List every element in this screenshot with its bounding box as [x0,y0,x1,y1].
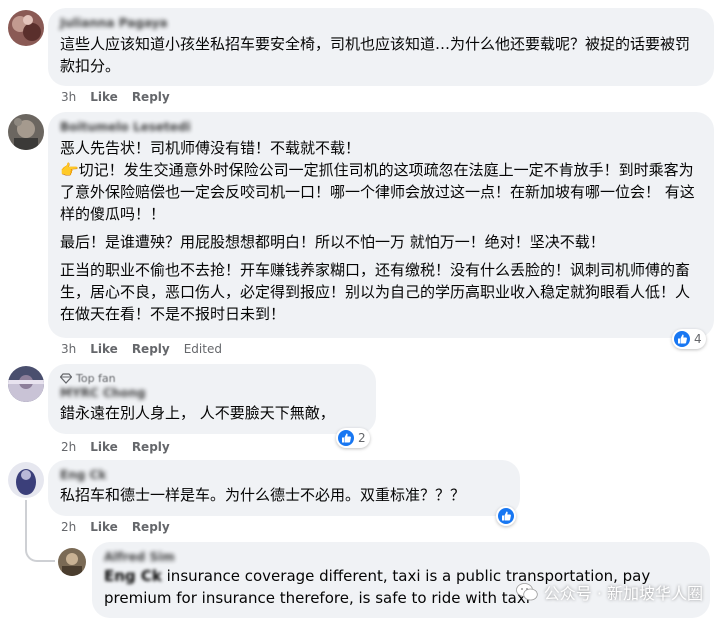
comment-actions: 2h Like Reply [61,440,170,454]
comment-text: 錯永遠在別人身上， 人不要臉天下無敵， [60,404,335,422]
reaction-number: 4 [694,332,702,346]
comment-author[interactable]: Boitumelo Lesetedi [60,120,702,134]
like-button[interactable]: Like [90,520,118,534]
watermark: 公众号 · 新加坡华人圈 [515,580,703,604]
comment-time[interactable]: 2h [61,440,76,454]
watermark-text: 公众号 · 新加坡华人圈 [543,584,703,603]
comment-paragraph: 恶人先告状！司机师傅没有错！不载就不载！ [60,139,361,157]
diamond-icon [60,373,72,384]
reaction-count[interactable]: 4 [672,329,706,349]
comment-actions: 2h Like Reply [61,520,170,534]
mention-link[interactable]: Eng Ck [104,567,162,585]
avatar[interactable] [8,366,44,402]
like-button[interactable]: Like [90,342,118,356]
reaction-count[interactable] [496,506,516,526]
comment-author[interactable]: Eng Ck [60,468,508,482]
comment-text: 恶人先告状！司机师傅没有错！不载就不载！ 👉切记！发生交通意外时保险公司一定抓住… [60,137,702,325]
top-fan-label: Top fan [76,372,116,385]
edited-label: Edited [183,342,222,356]
reaction-number: 2 [358,431,366,445]
comment-author[interactable]: Julianna Pagaya [60,16,702,30]
comment-bubble: Top fan MYRC Chong 錯永遠在別人身上， 人不要臉天下無敵， [48,364,376,434]
comment-text: 私招车和德士一样是车。为什么德士不必用。双重标准？？？ [60,486,466,504]
comment-bubble: Eng Ck 私招车和德士一样是车。为什么德士不必用。双重标准？？？ [48,460,520,516]
comment-paragraph: 最后！是谁遭殃？用屁股想想都明白！所以不怕一万 就怕万一！绝对！坚决不载！ [60,233,605,251]
comment-text: 這些人应该知道小孩坐私招车要安全椅，司机也应该知道…为什么他还要载呢？被捉的话要… [60,35,691,75]
comment-time[interactable]: 2h [61,520,76,534]
like-button[interactable]: Like [90,90,118,104]
comment-paragraph: 正当的职业不偷也不去抢！开车赚钱养家糊口，还有缴税！没有什么丢脸的！讽刺司机师傅… [60,261,691,323]
comment-actions: 3h Like Reply Edited [61,342,222,356]
reply-button[interactable]: Reply [132,520,170,534]
avatar[interactable] [58,548,86,576]
comment-paragraph: 👉切记！发生交通意外时保险公司一定抓住司机的这项疏忽在法庭上一定不肯放手！到时乘… [60,161,695,223]
reaction-count[interactable]: 2 [336,428,370,448]
like-reaction-icon [498,508,514,524]
reply-author[interactable]: Alfred Sim [104,550,698,564]
avatar[interactable] [8,462,44,498]
comment-bubble: Boitumelo Lesetedi 恶人先告状！司机师傅没有错！不载就不载！ … [48,112,714,338]
comment-author[interactable]: MYRC Chong [60,386,364,400]
reply-thread-line [25,500,55,562]
like-reaction-icon [674,331,690,347]
avatar[interactable] [8,114,44,150]
like-reaction-icon [338,430,354,446]
reply-button[interactable]: Reply [132,440,170,454]
reply-button[interactable]: Reply [132,90,170,104]
comment-actions: 3h Like Reply [61,90,170,104]
avatar[interactable] [8,10,44,46]
top-fan-badge: Top fan [60,372,364,385]
comment-bubble: Julianna Pagaya 這些人应该知道小孩坐私招车要安全椅，司机也应该知… [48,8,714,86]
reply-button[interactable]: Reply [132,342,170,356]
comment-time[interactable]: 3h [61,90,76,104]
wechat-icon [515,583,538,601]
like-button[interactable]: Like [90,440,118,454]
comment-time[interactable]: 3h [61,342,76,356]
